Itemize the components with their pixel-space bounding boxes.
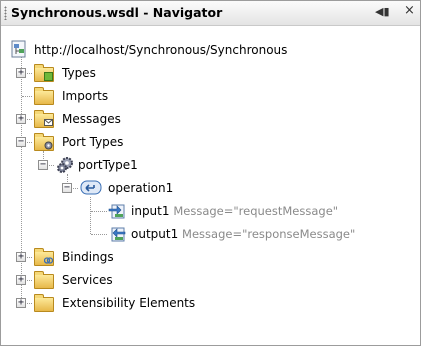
expand-toggle[interactable]: + (16, 68, 26, 78)
tree-node-messages[interactable]: + Messages (1, 108, 401, 130)
navigator-tree: http://localhost/Synchronous/Synchronous… (1, 26, 420, 345)
tree-label: http://localhost/Synchronous/Synchronous (34, 43, 288, 57)
types-badge-icon (44, 72, 53, 81)
expand-toggle[interactable]: + (16, 114, 26, 124)
tree-label: Types (62, 66, 96, 80)
title-bar: Synchronous.wsdl - Navigator ◀▮ × (1, 1, 420, 26)
collapse-toggle[interactable]: − (16, 137, 26, 147)
tree-node-bindings[interactable]: + Bindings (1, 246, 401, 268)
tree-node-types[interactable]: + Types (1, 62, 401, 84)
tree-label: Port Types (62, 135, 124, 149)
folder-icon (34, 294, 54, 312)
output-name: output1 (131, 227, 179, 241)
window-title: Synchronous.wsdl - Navigator (11, 5, 223, 20)
tree-label: Imports (62, 89, 109, 103)
close-button[interactable]: × (404, 3, 415, 18)
collapse-toggle[interactable]: − (38, 160, 48, 170)
tree-label: Extensibility Elements (62, 296, 196, 310)
tree-node-root[interactable]: http://localhost/Synchronous/Synchronous (1, 39, 401, 61)
minimize-button[interactable]: ◀▮ (375, 5, 390, 18)
tree-node-port-types[interactable]: − Port Types (1, 131, 401, 153)
tree-label: Services (62, 273, 113, 287)
tree-node-output1[interactable]: output1 Message="responseMessage" (1, 223, 401, 245)
expand-toggle[interactable]: + (16, 298, 26, 308)
messages-badge-icon (44, 119, 53, 126)
tree-node-extensibility-elements[interactable]: + Extensibility Elements (1, 292, 401, 314)
output-arrow-icon (111, 227, 126, 242)
tree-node-imports[interactable]: Imports (1, 85, 401, 107)
tree-label: portType1 (78, 158, 138, 172)
input-name: input1 (131, 204, 170, 218)
tree-label: operation1 (108, 181, 174, 195)
bindings-badge-icon (44, 257, 53, 264)
tree-node-input1[interactable]: input1 Message="requestMessage" (1, 200, 401, 222)
wsdl-document-icon (11, 40, 26, 58)
tree-label: input1 Message="requestMessage" (131, 204, 338, 218)
output-message-attr: Message="responseMessage" (182, 227, 356, 241)
navigator-panel: Synchronous.wsdl - Navigator ◀▮ × http:/… (0, 0, 421, 346)
expand-toggle[interactable]: + (16, 252, 26, 262)
folder-icon (34, 87, 54, 105)
drag-grip[interactable] (4, 6, 7, 20)
gear-icon (57, 157, 73, 173)
port-types-badge-icon (44, 141, 53, 150)
tree-label: Messages (62, 112, 121, 126)
tree-node-operation1[interactable]: − operation1 (1, 177, 401, 199)
tree-label: Bindings (62, 250, 114, 264)
input-message-attr: Message="requestMessage" (173, 204, 339, 218)
folder-icon (34, 271, 54, 289)
expand-toggle[interactable]: + (16, 275, 26, 285)
tree-node-porttype1[interactable]: − portType1 (1, 154, 401, 176)
collapse-toggle[interactable]: − (62, 183, 72, 193)
tree-label: output1 Message="responseMessage" (131, 227, 355, 241)
operation-icon (80, 180, 102, 195)
input-arrow-icon (108, 204, 125, 219)
tree-node-services[interactable]: + Services (1, 269, 401, 291)
